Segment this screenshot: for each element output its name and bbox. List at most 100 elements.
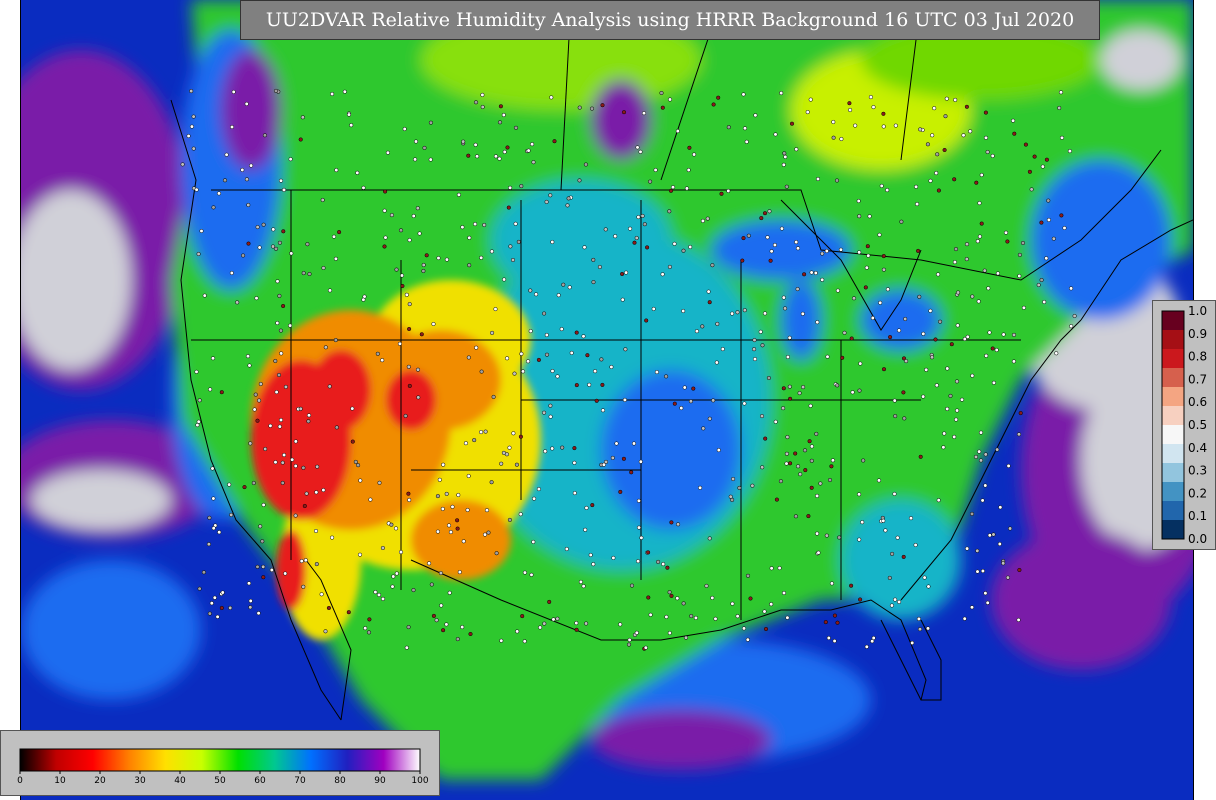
station-dot (687, 145, 692, 150)
station-dot (1012, 131, 1017, 136)
station-dot (621, 110, 627, 115)
station-dot (323, 629, 328, 634)
station-dot (763, 436, 768, 441)
station-dot (995, 447, 1000, 452)
station-dot (661, 562, 666, 567)
station-dot (601, 462, 606, 467)
station-dot (868, 95, 873, 100)
station-dot (385, 150, 390, 155)
station-dot (870, 315, 875, 321)
station-dot (851, 296, 857, 301)
station-dot (597, 264, 602, 270)
station-dot (710, 595, 715, 600)
station-dot (636, 498, 641, 503)
station-dot (473, 100, 479, 105)
station-dot (380, 596, 386, 601)
station-dot (983, 591, 988, 596)
station-dot (987, 533, 992, 538)
station-dot (629, 470, 634, 475)
station-dot (244, 177, 249, 182)
station-dot (313, 528, 319, 534)
station-dot (277, 240, 282, 245)
station-dot (367, 617, 372, 622)
station-dot (346, 112, 352, 117)
station-dot (240, 167, 245, 172)
station-dot (437, 477, 442, 482)
station-dot (380, 358, 385, 363)
station-dot (711, 102, 716, 107)
station-dot (1058, 90, 1064, 95)
station-dot (390, 584, 395, 589)
station-dot (1067, 149, 1072, 154)
station-dot (479, 430, 484, 435)
station-dot (857, 537, 862, 542)
station-dot (377, 480, 382, 485)
station-dot (1011, 118, 1016, 123)
station-dot (648, 179, 653, 184)
station-dot (759, 216, 764, 221)
station-dot (564, 546, 569, 552)
station-dot (276, 372, 282, 378)
station-dot (857, 250, 862, 255)
station-dot (881, 124, 886, 129)
station-dot (613, 234, 618, 239)
station-dot (682, 385, 687, 390)
station-dot (832, 613, 837, 618)
station-dot (261, 502, 266, 507)
station-dot (781, 162, 786, 167)
rh-tick-label: 20 (94, 776, 106, 786)
station-dot (473, 222, 478, 227)
station-dot (548, 193, 553, 198)
station-dot (559, 327, 564, 332)
station-dot (273, 358, 278, 364)
station-dot (944, 96, 949, 101)
station-dot (588, 552, 593, 558)
station-dot (256, 611, 261, 616)
station-dot (212, 595, 217, 600)
station-dot (306, 413, 312, 418)
station-dot (983, 483, 988, 488)
station-dot (497, 156, 502, 161)
station-dot (321, 265, 326, 271)
station-dot (321, 488, 326, 493)
station-dot (407, 238, 412, 243)
station-dot (953, 247, 959, 252)
station-dot (975, 548, 980, 553)
station-dot (1057, 105, 1062, 111)
station-dot (248, 598, 253, 603)
station-dot (577, 105, 582, 110)
station-dot (848, 107, 853, 113)
station-dot (268, 423, 273, 428)
station-dot (407, 326, 412, 332)
station-dot (543, 449, 548, 454)
station-dot (672, 401, 677, 406)
station-dot (288, 157, 293, 162)
station-dot (636, 525, 642, 530)
station-dot (542, 311, 547, 316)
station-dot (582, 245, 587, 250)
station-dot (824, 248, 829, 254)
station-dot (383, 235, 388, 240)
station-dot (866, 253, 871, 258)
station-dot (975, 239, 980, 244)
station-dot (417, 231, 422, 236)
station-dot (892, 491, 897, 496)
station-dot (255, 225, 260, 230)
ratio-tick-label: 0.6 (1188, 395, 1207, 409)
station-dot (482, 532, 488, 537)
station-dot (327, 384, 332, 389)
station-dot (614, 441, 619, 446)
station-dot (278, 178, 284, 183)
station-dot (186, 133, 191, 139)
station-dot (522, 570, 527, 575)
station-dot (984, 353, 989, 358)
station-dot (499, 461, 504, 466)
station-dot (934, 171, 939, 176)
station-dot (847, 101, 852, 106)
station-dot (1036, 282, 1041, 288)
station-dot (777, 566, 782, 571)
station-dot (572, 460, 577, 465)
station-dot (635, 145, 640, 150)
station-dot (440, 506, 445, 511)
station-dot (700, 218, 705, 223)
